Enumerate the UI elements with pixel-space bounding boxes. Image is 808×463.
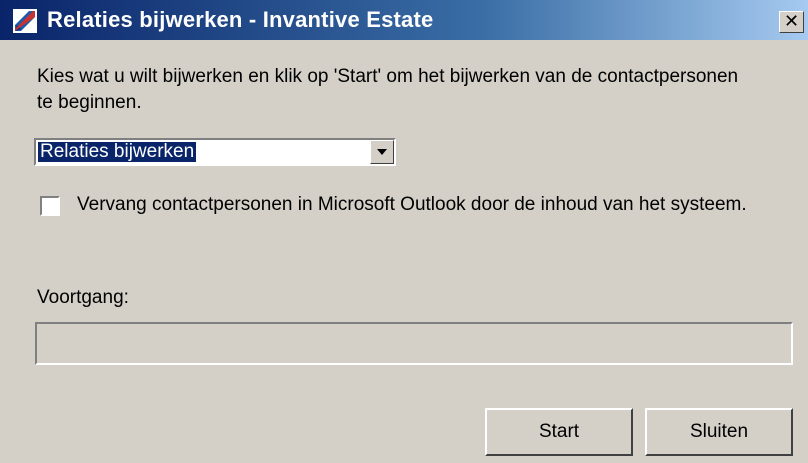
start-button[interactable]: Start [485,408,633,456]
window-title: Relaties bijwerken - Invantive Estate [47,7,434,32]
chevron-down-icon[interactable] [370,140,394,164]
replace-outlook-contacts-label[interactable]: Vervang contactpersonen in Microsoft Out… [77,192,777,218]
progress-bar [35,322,793,365]
update-type-dropdown[interactable]: Relaties bijwerken [34,138,396,166]
replace-outlook-contacts-checkbox[interactable] [40,196,60,216]
close-icon[interactable]: ✕ [779,11,804,33]
dropdown-selected-value: Relaties bijwerken [36,141,198,163]
instruction-text: Kies wat u wilt bijwerken en klik op 'St… [37,66,739,113]
title-bar[interactable]: Relaties bijwerken - Invantive Estate ✕ [0,0,808,40]
close-button[interactable]: Sluiten [645,408,793,456]
pencil-app-icon [13,9,37,33]
dialog-window: Relaties bijwerken - Invantive Estate ✕ … [0,0,808,463]
progress-label: Voortgang: [37,287,129,308]
